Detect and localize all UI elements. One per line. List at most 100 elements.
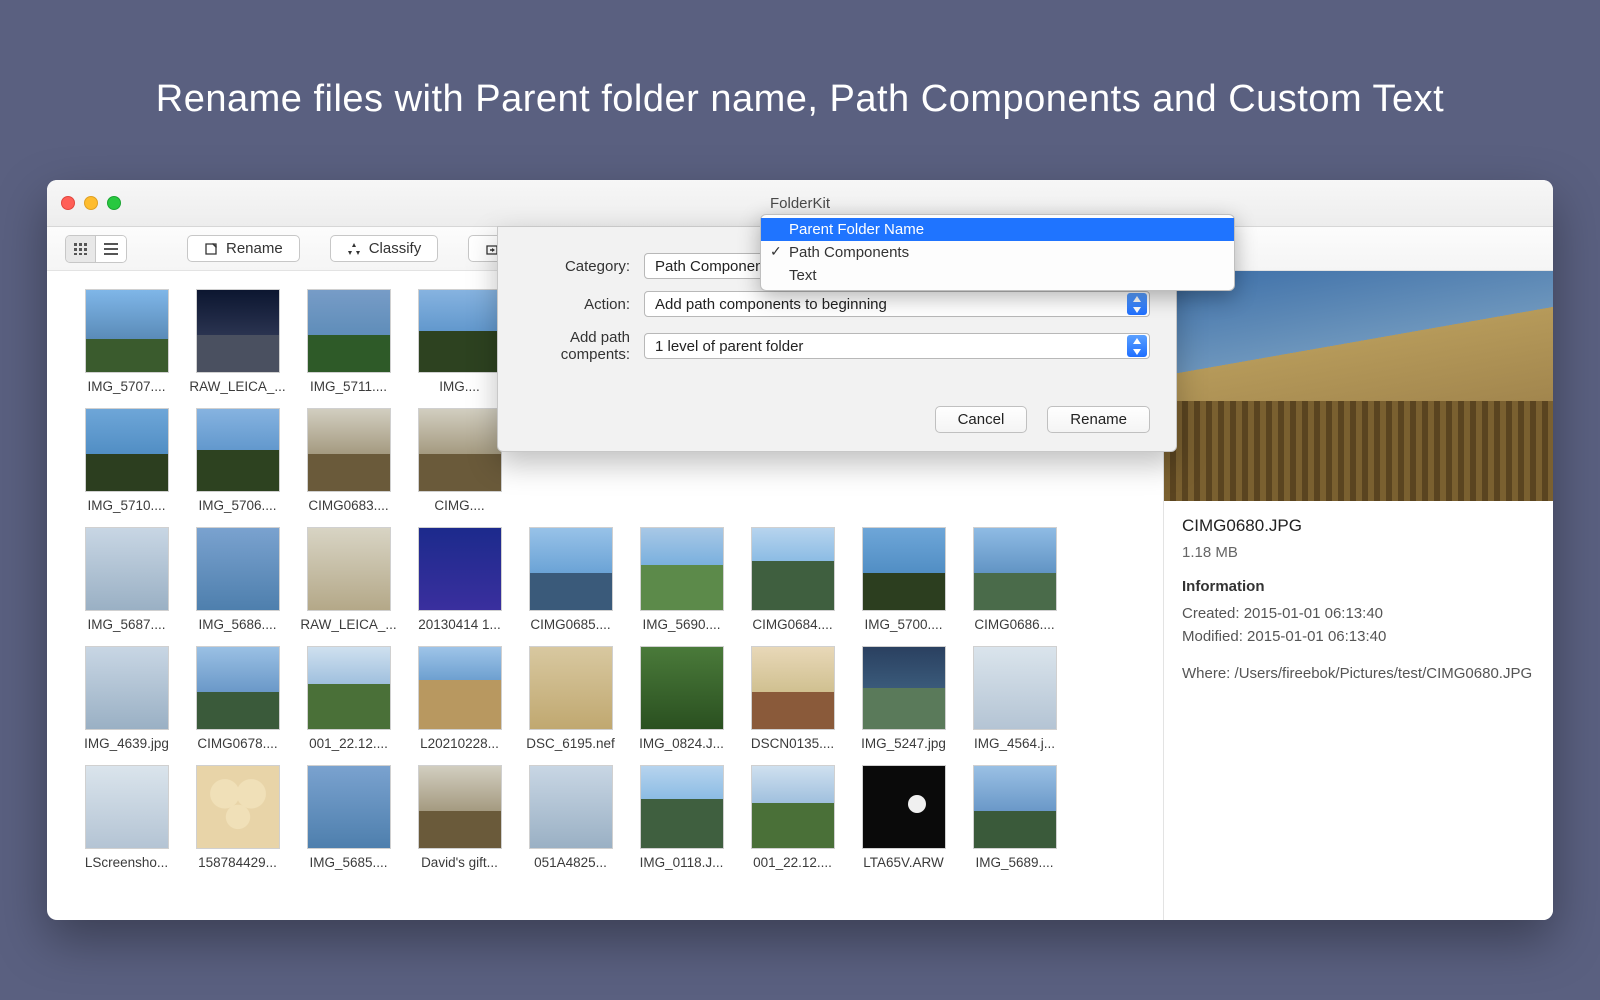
thumbnail-filename: IMG_5686.... — [198, 617, 276, 632]
thumbnail-cell[interactable]: 001_22.12.... — [297, 646, 400, 751]
thumbnail-image — [418, 527, 502, 611]
thumbnail-cell[interactable]: IMG_0824.J... — [630, 646, 733, 751]
thumbnail-filename: 001_22.12.... — [309, 736, 388, 751]
thumbnail-image — [418, 408, 502, 492]
category-value: Path Components — [655, 258, 775, 275]
list-view-button[interactable] — [96, 236, 126, 262]
thumbnail-filename: CIMG0678.... — [197, 736, 277, 751]
rename-icon — [204, 242, 218, 256]
action-select[interactable]: Add path components to beginning — [644, 291, 1150, 317]
thumbnail-cell[interactable]: IMG_5689.... — [963, 765, 1066, 870]
thumbnail-cell[interactable]: RAW_LEICA_... — [186, 289, 289, 394]
thumbnail-image — [85, 646, 169, 730]
action-value: Add path components to beginning — [655, 296, 887, 313]
thumbnail-filename: LTA65V.ARW — [863, 855, 944, 870]
thumbnail-cell[interactable]: IMG_5247.jpg — [852, 646, 955, 751]
thumbnail-image — [307, 646, 391, 730]
thumbnail-cell[interactable]: 20130414 1... — [408, 527, 511, 632]
thumbnail-filename: IMG_5711.... — [310, 379, 387, 394]
thumbnail-filename: IMG_5707.... — [87, 379, 165, 394]
thumbnail-cell[interactable]: IMG_4639.jpg — [75, 646, 178, 751]
thumbnail-filename: CIMG.... — [434, 498, 484, 513]
thumbnail-cell[interactable]: CIMG.... — [408, 408, 511, 513]
thumbnail-filename: David's gift... — [421, 855, 498, 870]
stepper-icon — [1127, 335, 1147, 357]
thumbnail-cell[interactable]: IMG_0118.J... — [630, 765, 733, 870]
thumbnail-cell[interactable]: 051A4825... — [519, 765, 622, 870]
thumbnail-cell[interactable]: David's gift... — [408, 765, 511, 870]
info-heading: Information — [1182, 575, 1535, 598]
dropdown-item[interactable]: Parent Folder Name — [761, 218, 1234, 241]
thumbnail-image — [640, 646, 724, 730]
thumbnail-cell[interactable]: DSCN0135.... — [741, 646, 844, 751]
app-window: FolderKit Rename Class — [47, 180, 1553, 920]
thumbnail-cell[interactable]: IMG_5710.... — [75, 408, 178, 513]
thumbnail-image — [196, 765, 280, 849]
zoom-window-button[interactable] — [107, 196, 121, 210]
thumbnail-cell[interactable]: IMG_5706.... — [186, 408, 289, 513]
thumbnail-filename: IMG_5687.... — [87, 617, 165, 632]
thumbnail-filename: L20210228... — [420, 736, 499, 751]
thumbnail-image — [85, 765, 169, 849]
thumbnail-cell[interactable]: DSC_6195.nef — [519, 646, 622, 751]
thumbnail-cell[interactable]: LScreensho... — [75, 765, 178, 870]
level-select[interactable]: 1 level of parent folder — [644, 333, 1150, 359]
category-dropdown: Parent Folder NamePath ComponentsText — [760, 214, 1235, 291]
thumbnail-filename: IMG.... — [439, 379, 480, 394]
thumbnail-image — [973, 765, 1057, 849]
thumbnail-image — [85, 527, 169, 611]
thumbnail-cell[interactable]: IMG_4564.j... — [963, 646, 1066, 751]
thumbnail-cell[interactable]: CIMG0684.... — [741, 527, 844, 632]
thumbnail-cell[interactable]: CIMG0685.... — [519, 527, 622, 632]
rename-button[interactable]: Rename — [187, 235, 300, 262]
created-row: Created: 2015-01-01 06:13:40 — [1182, 602, 1535, 625]
thumbnail-filename: CIMG0683.... — [308, 498, 388, 513]
thumbnail-filename: DSC_6195.nef — [526, 736, 615, 751]
dropdown-item[interactable]: Path Components — [761, 241, 1234, 264]
selected-file-size: 1.18 MB — [1182, 541, 1535, 564]
thumbnail-image — [973, 527, 1057, 611]
thumbnail-filename: 158784429... — [198, 855, 277, 870]
thumbnail-image — [751, 765, 835, 849]
thumbnail-cell[interactable]: IMG_5686.... — [186, 527, 289, 632]
created-label: Created: — [1182, 605, 1240, 622]
thumbnail-cell[interactable]: IMG.... — [408, 289, 511, 394]
thumbnail-cell[interactable]: LTA65V.ARW — [852, 765, 955, 870]
thumbnail-cell[interactable]: IMG_5690.... — [630, 527, 733, 632]
thumbnail-cell[interactable]: IMG_5687.... — [75, 527, 178, 632]
thumbnail-cell[interactable]: L20210228... — [408, 646, 511, 751]
thumbnail-cell[interactable]: CIMG0678.... — [186, 646, 289, 751]
thumbnail-cell[interactable]: IMG_5711.... — [297, 289, 400, 394]
thumbnail-cell[interactable]: CIMG0683.... — [297, 408, 400, 513]
thumbnail-cell[interactable]: IMG_5700.... — [852, 527, 955, 632]
thumbnail-cell[interactable]: 158784429... — [186, 765, 289, 870]
thumbnail-cell[interactable]: 001_22.12.... — [741, 765, 844, 870]
dropdown-item[interactable]: Text — [761, 264, 1234, 287]
selected-file-name: CIMG0680.JPG — [1182, 513, 1535, 539]
window-title: FolderKit — [47, 195, 1553, 212]
cancel-button[interactable]: Cancel — [935, 406, 1028, 433]
thumbnail-filename: DSCN0135.... — [751, 736, 834, 751]
thumbnail-filename: IMG_0118.J... — [640, 855, 724, 870]
minimize-window-button[interactable] — [84, 196, 98, 210]
thumbnail-cell[interactable]: CIMG0686.... — [963, 527, 1066, 632]
thumbnail-image — [640, 765, 724, 849]
thumbnail-image — [196, 646, 280, 730]
thumbnail-image — [196, 527, 280, 611]
thumbnail-image — [85, 289, 169, 373]
thumbnail-filename: IMG_5690.... — [642, 617, 720, 632]
thumbnail-cell[interactable]: IMG_5685.... — [297, 765, 400, 870]
classify-button[interactable]: Classify — [330, 235, 439, 262]
thumbnail-cell[interactable]: IMG_5707.... — [75, 289, 178, 394]
thumbnail-cell[interactable]: RAW_LEICA_... — [297, 527, 400, 632]
view-mode-toggle — [65, 235, 127, 263]
inspector-sidebar: CIMG0680.JPG 1.18 MB Information Created… — [1163, 271, 1553, 920]
thumbnail-filename: LScreensho... — [85, 855, 168, 870]
level-value: 1 level of parent folder — [655, 338, 803, 355]
close-window-button[interactable] — [61, 196, 75, 210]
grid-view-button[interactable] — [66, 236, 96, 262]
thumbnail-image — [862, 765, 946, 849]
thumbnail-image — [418, 646, 502, 730]
confirm-rename-button[interactable]: Rename — [1047, 406, 1150, 433]
thumbnail-filename: IMG_5706.... — [198, 498, 276, 513]
